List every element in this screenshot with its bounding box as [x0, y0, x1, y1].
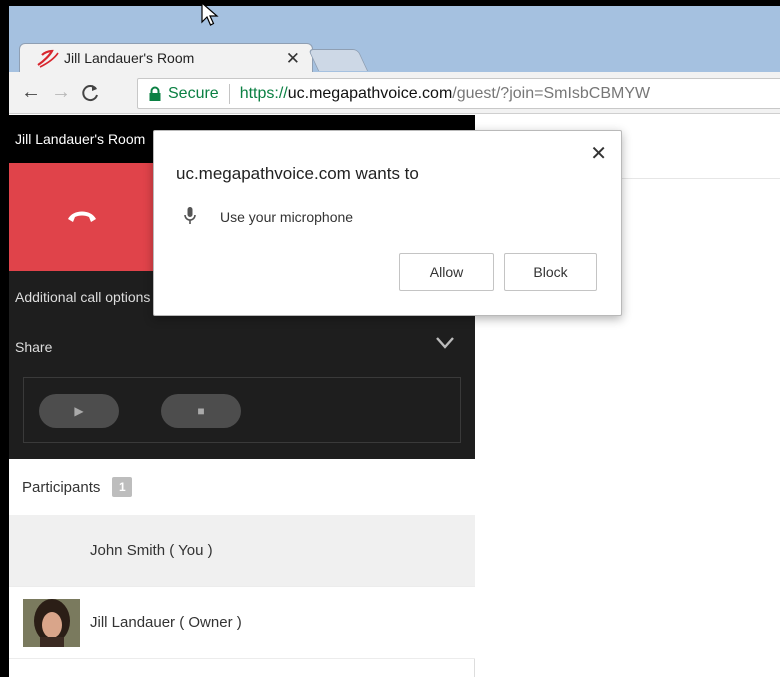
stop-button[interactable]: ■ [161, 394, 241, 428]
play-icon: ▶ [74, 404, 84, 418]
screen-frame-left [0, 0, 9, 677]
reload-icon[interactable] [81, 80, 99, 109]
permission-popup: uc.megapathvoice.com wants to ✕ Use your… [153, 130, 622, 316]
megapath-logo-icon [34, 47, 60, 69]
mouse-cursor-icon [201, 1, 219, 28]
avatar [23, 599, 80, 647]
url-path: /guest/?join=SmIsbCBMYW [452, 84, 651, 102]
block-button[interactable]: Block [504, 253, 597, 291]
hang-up-icon [65, 205, 99, 227]
browser-window: Jill Landauer's Room ✕ ← → Secure https:… [9, 6, 780, 677]
url-scheme: https:// [239, 84, 288, 102]
new-tab-button[interactable] [307, 49, 369, 71]
browser-toolbar: ← → Secure https:// uc.megapathvoice.com… [9, 72, 780, 114]
lock-icon[interactable] [148, 86, 162, 102]
omnibox-divider [228, 83, 230, 104]
chevron-down-icon[interactable] [435, 335, 455, 351]
url-host: uc.megapathvoice.com [287, 84, 453, 102]
permission-text: Use your microphone [220, 209, 354, 225]
participant-name: John Smith ( You ) [90, 542, 213, 559]
play-button[interactable]: ▶ [39, 394, 119, 428]
tab-close-icon[interactable]: ✕ [286, 49, 300, 69]
participants-header: Participants 1 [9, 459, 475, 515]
browser-tab[interactable]: Jill Landauer's Room ✕ [19, 43, 313, 72]
microphone-icon [184, 207, 196, 225]
share-panel: Share ▶ ■ [9, 323, 475, 459]
share-controls: ▶ ■ [23, 377, 461, 443]
allow-button[interactable]: Allow [399, 253, 494, 291]
participants-count-badge: 1 [112, 477, 133, 497]
back-icon[interactable]: ← [21, 80, 41, 104]
participant-row[interactable]: Jill Landauer ( Owner ) [9, 587, 475, 659]
stop-icon: ■ [197, 404, 205, 418]
popup-title: uc.megapathvoice.com wants to [176, 164, 419, 183]
tab-strip: Jill Landauer's Room ✕ [9, 6, 780, 72]
share-label: Share [15, 339, 53, 355]
participant-row[interactable]: John Smith ( You ) [9, 515, 475, 587]
tab-title: Jill Landauer's Room [64, 50, 195, 66]
participants-label: Participants [22, 478, 101, 496]
participant-name: Jill Landauer ( Owner ) [90, 614, 242, 631]
forward-icon[interactable]: → [51, 80, 71, 104]
address-bar[interactable]: Secure https:// uc.megapathvoice.com /gu… [137, 78, 780, 109]
close-icon[interactable]: ✕ [590, 141, 607, 166]
secure-label: Secure [168, 84, 219, 102]
